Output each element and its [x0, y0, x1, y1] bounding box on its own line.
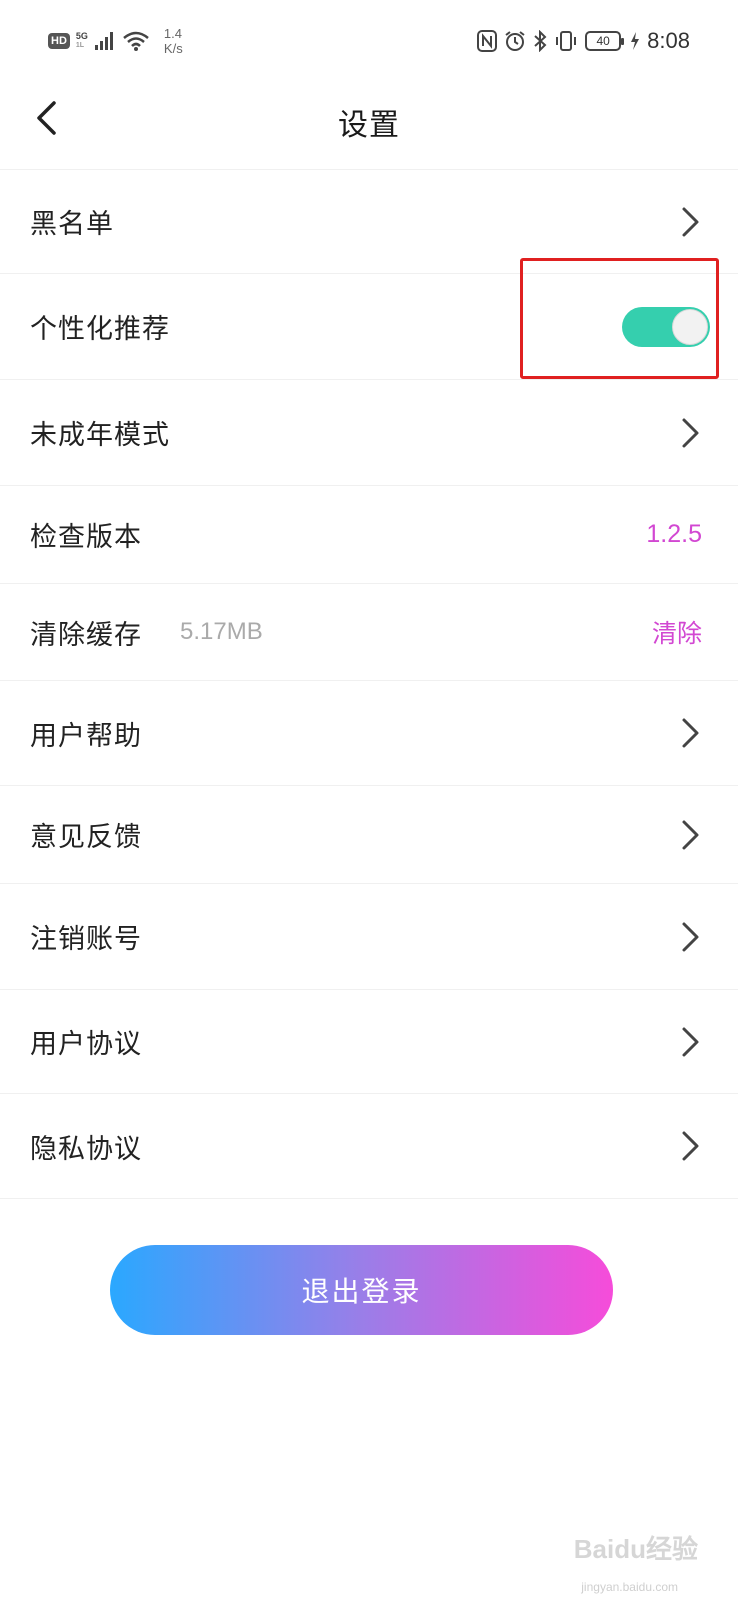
row-label: 隐私协议 [30, 1133, 142, 1165]
chevron-right-icon [682, 718, 699, 748]
bluetooth-icon [533, 30, 547, 52]
chevron-right-icon [682, 418, 699, 447]
settings-row-delete-account[interactable]: 注销账号 [0, 884, 738, 990]
status-right: 40 8:08 [477, 28, 690, 54]
signal-icon [94, 31, 116, 51]
nfc-icon [477, 30, 498, 52]
network-speed: 1.4 K/s [164, 26, 183, 56]
chevron-right-icon [682, 1027, 699, 1056]
settings-row-minor-mode[interactable]: 未成年模式 [0, 380, 738, 486]
row-right [678, 1026, 702, 1058]
row-label: 清除缓存 [30, 619, 142, 651]
row-right: 1.2.5 [646, 520, 702, 549]
settings-row-feedback[interactable]: 意见反馈 [0, 786, 738, 884]
row-right [678, 1130, 702, 1162]
chevron-right-icon [682, 207, 699, 236]
row-label: 黑名单 [30, 209, 114, 240]
charging-icon [630, 31, 640, 51]
chevron-right-icon [682, 820, 699, 849]
row-right [678, 206, 702, 238]
row-right: 清除 [652, 614, 702, 650]
clock: 8:08 [647, 28, 690, 53]
row-label: 用户协议 [30, 1029, 142, 1060]
speed-unit: K/s [163, 41, 183, 56]
row-label: 未成年模式 [30, 420, 170, 451]
settings-row-clear-cache: 清除缓存 5.17MB 清除 [0, 584, 738, 681]
chevron-right-icon [682, 922, 699, 951]
status-bar: HD 5G 1L 1.4 K/s 40 8:08 [0, 0, 738, 80]
baidu-watermark-url: jingyan.baidu.com [581, 1580, 678, 1594]
alarm-icon [504, 30, 526, 52]
vibrate-icon [554, 30, 578, 52]
chevron-right-icon [682, 1131, 699, 1161]
settings-row-privacy-agreement[interactable]: 隐私协议 [0, 1094, 738, 1199]
wifi-icon [122, 30, 150, 52]
battery-icon: 40 [585, 31, 625, 51]
row-right [678, 717, 702, 749]
row-label: 意见反馈 [30, 822, 142, 853]
cache-size: 5.17MB [180, 618, 263, 645]
status-left: HD 5G 1L 1.4 K/s [48, 26, 183, 56]
row-label: 个性化推荐 [30, 314, 170, 345]
clear-cache-button[interactable]: 清除 [652, 614, 702, 650]
row-label: 用户帮助 [30, 720, 142, 752]
speed-value: 1.4 [163, 26, 182, 41]
logout-button[interactable]: 退出登录 [110, 1245, 613, 1335]
version-number: 1.2.5 [646, 520, 702, 548]
network-type-bottom: 1L [75, 42, 85, 49]
row-right [678, 921, 702, 953]
row-right [678, 819, 702, 851]
row-right [678, 417, 702, 449]
settings-row-help[interactable]: 用户帮助 [0, 681, 738, 786]
settings-row-user-agreement[interactable]: 用户协议 [0, 990, 738, 1094]
network-type: 5G 1L [76, 31, 88, 51]
highlight-annotation [520, 258, 719, 379]
header: 设置 [0, 80, 738, 170]
hd-badge: HD [48, 33, 70, 49]
row-label: 注销账号 [30, 924, 142, 955]
row-label: 检查版本 [30, 522, 142, 553]
baidu-watermark: Baidu经验 [573, 1534, 698, 1564]
settings-row-check-version[interactable]: 检查版本 1.2.5 [0, 486, 738, 584]
page-title: 设置 [338, 108, 400, 143]
network-type-top: 5G [75, 31, 88, 41]
